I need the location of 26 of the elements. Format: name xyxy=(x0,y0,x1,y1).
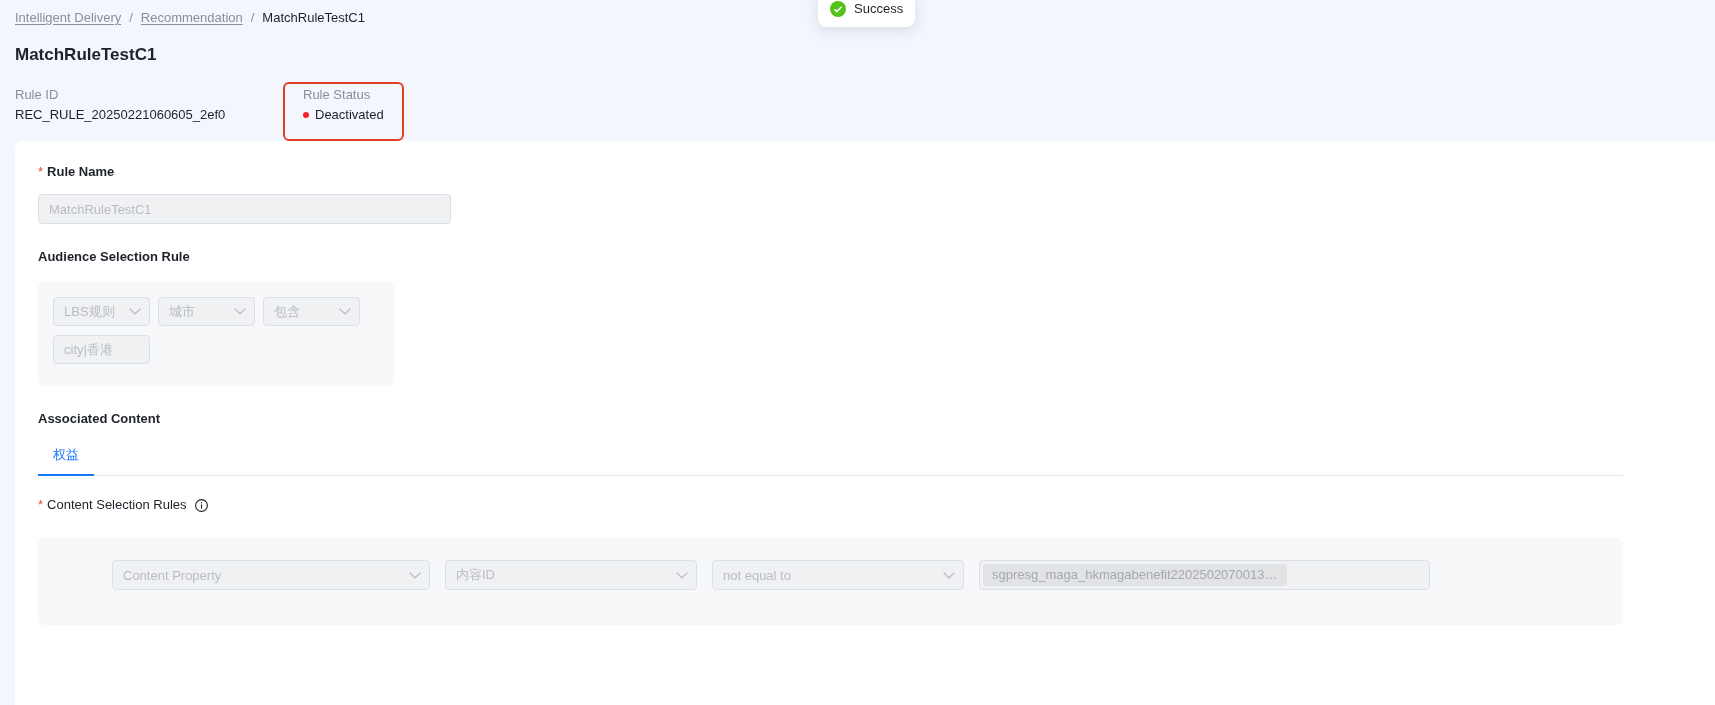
chevron-down-icon xyxy=(129,308,141,315)
info-value: REC_RULE_20250221060605_2ef0 xyxy=(15,107,226,122)
breadcrumb-current: MatchRuleTestC1 xyxy=(262,9,365,27)
info-label: Rule ID xyxy=(15,87,59,102)
chevron-down-icon xyxy=(339,308,351,315)
chevron-down-icon xyxy=(409,571,421,579)
breadcrumb-link[interactable]: Recommendation xyxy=(140,9,243,27)
breadcrumb-link[interactable]: Intelligent Delivery xyxy=(15,9,122,27)
value-tag: sgpresg_maga_hkmagabenefit2202502070013… xyxy=(983,564,1287,586)
chevron-down-icon xyxy=(234,308,246,315)
status-text: Deactivated xyxy=(315,106,384,124)
page-title: MatchRuleTestC1 xyxy=(15,44,157,66)
field-label: Associated Content xyxy=(38,410,161,428)
info-icon[interactable] xyxy=(194,498,208,512)
field-label: Audience Selection Rule xyxy=(38,248,190,266)
field-label: Rule Name xyxy=(47,163,115,181)
tab[interactable]: 权益 xyxy=(38,436,94,476)
chevron-down-icon xyxy=(943,571,955,579)
info-label: Rule Status xyxy=(303,87,371,102)
breadcrumb-separator: / xyxy=(250,9,255,27)
field-label: Content Selection Rules xyxy=(47,496,187,514)
breadcrumb-separator: / xyxy=(129,9,133,27)
toast-text: Success xyxy=(854,0,904,18)
chevron-down-icon xyxy=(676,571,688,579)
required-mark: * xyxy=(38,163,44,181)
required-mark: * xyxy=(38,496,44,514)
